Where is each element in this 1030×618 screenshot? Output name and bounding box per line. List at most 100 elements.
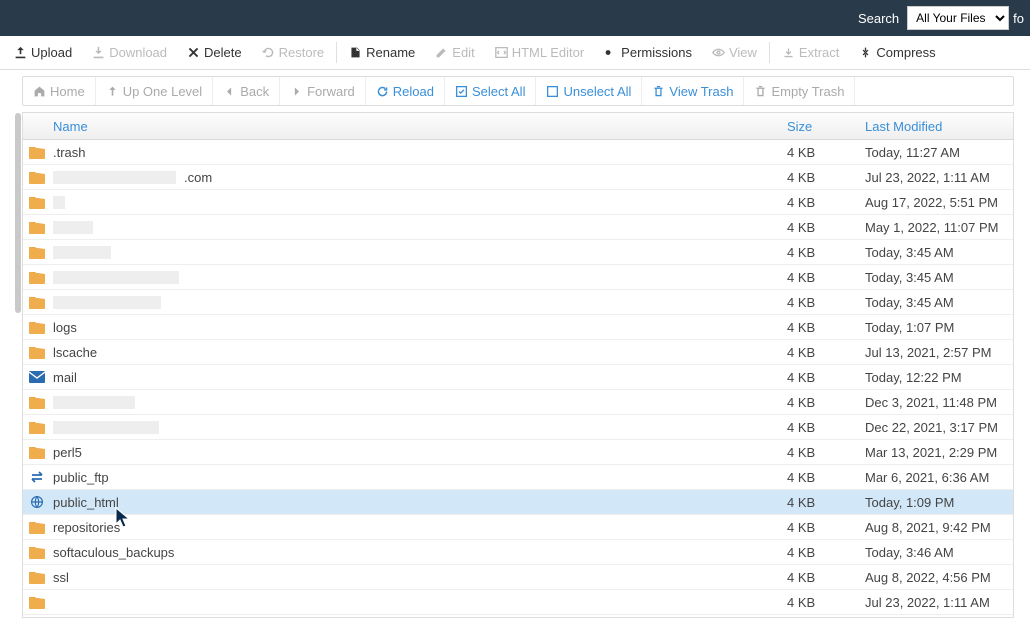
- table-row[interactable]: 4 KBAug 17, 2022, 5:51 PM: [23, 190, 1013, 215]
- delete-button[interactable]: Delete: [177, 36, 252, 69]
- ftp-icon: [29, 470, 45, 484]
- extract-icon: [782, 46, 795, 59]
- extract-button[interactable]: Extract: [772, 36, 849, 69]
- back-icon: [223, 85, 236, 98]
- table-row[interactable]: softaculous_backups4 KBToday, 3:46 AM: [23, 540, 1013, 565]
- folder-icon: [29, 445, 45, 459]
- folder-icon: [29, 220, 45, 234]
- table-row[interactable]: 4 KBDec 22, 2021, 3:17 PM: [23, 415, 1013, 440]
- view-trash-button[interactable]: View Trash: [642, 77, 744, 105]
- file-name: perl5: [53, 445, 82, 460]
- unselect-all-button[interactable]: Unselect All: [536, 77, 642, 105]
- up-one-level-button[interactable]: Up One Level: [96, 77, 214, 105]
- file-modified: Today, 11:27 AM: [863, 145, 1013, 160]
- redacted-text: [53, 396, 135, 409]
- redacted-text: [53, 296, 161, 309]
- redacted-text: [53, 196, 65, 209]
- table-row[interactable]: public_ftp4 KBMar 6, 2021, 6:36 AM: [23, 465, 1013, 490]
- partial-text: fo: [1013, 11, 1024, 26]
- rename-button[interactable]: Rename: [339, 36, 425, 69]
- file-modified: Jul 23, 2022, 1:11 AM: [863, 595, 1013, 610]
- back-button[interactable]: Back: [213, 77, 280, 105]
- file-size: 4 KB: [787, 320, 863, 335]
- select-all-button[interactable]: Select All: [445, 77, 536, 105]
- col-size-header[interactable]: Size: [787, 119, 863, 134]
- empty-trash-button[interactable]: Empty Trash: [744, 77, 855, 105]
- file-size: 4 KB: [787, 595, 863, 610]
- redacted-text: [53, 246, 111, 259]
- file-modified: Jul 23, 2022, 1:11 AM: [863, 170, 1013, 185]
- file-name: softaculous_backups: [53, 545, 174, 560]
- file-modified: Today, 3:46 AM: [863, 545, 1013, 560]
- file-name: .trash: [53, 145, 86, 160]
- view-button[interactable]: View: [702, 36, 767, 69]
- home-button[interactable]: Home: [23, 77, 96, 105]
- table-row[interactable]: lscache4 KBJul 13, 2021, 2:57 PM: [23, 340, 1013, 365]
- table-row[interactable]: .trash 4 KBToday, 11:27 AM: [23, 140, 1013, 165]
- file-size: 4 KB: [787, 445, 863, 460]
- forward-icon: [290, 85, 303, 98]
- edit-button[interactable]: Edit: [425, 36, 484, 69]
- edit-icon: [435, 46, 448, 59]
- folder-icon: [29, 595, 45, 609]
- table-row[interactable]: logs 4 KBToday, 1:07 PM: [23, 315, 1013, 340]
- file-size: 4 KB: [787, 370, 863, 385]
- search-scope-select[interactable]: All Your Files: [907, 6, 1009, 30]
- compress-button[interactable]: Compress: [849, 36, 945, 69]
- download-button[interactable]: Download: [82, 36, 177, 69]
- file-modified: Aug 17, 2022, 5:51 PM: [863, 195, 1013, 210]
- rename-icon: [349, 46, 362, 59]
- file-modified: Today, 3:45 AM: [863, 245, 1013, 260]
- table-row[interactable]: 4 KBMay 1, 2022, 11:07 PM: [23, 215, 1013, 240]
- file-name: logs: [53, 320, 77, 335]
- table-row[interactable]: public_html4 KBToday, 1:09 PM: [23, 490, 1013, 515]
- folder-icon: [29, 295, 45, 309]
- upload-button[interactable]: Upload: [4, 36, 82, 69]
- table-row[interactable]: .com4 KBJul 23, 2022, 1:11 AM: [23, 165, 1013, 190]
- folder-icon: [29, 270, 45, 284]
- html-editor-button[interactable]: HTML Editor: [485, 36, 594, 69]
- table-row[interactable]: perl5 4 KBMar 13, 2021, 2:29 PM: [23, 440, 1013, 465]
- file-modified: Mar 13, 2021, 2:29 PM: [863, 445, 1013, 460]
- home-icon: [33, 85, 46, 98]
- table-row[interactable]: repositories4 KBAug 8, 2021, 9:42 PM: [23, 515, 1013, 540]
- table-row[interactable]: mail4 KBToday, 12:22 PM: [23, 365, 1013, 390]
- folder-icon: [29, 570, 45, 584]
- restore-button[interactable]: Restore: [252, 36, 335, 69]
- separator: [769, 42, 770, 63]
- table-row[interactable]: 4 KBDec 3, 2021, 11:48 PM: [23, 390, 1013, 415]
- select-all-icon: [455, 85, 468, 98]
- file-modified: Aug 8, 2022, 4:56 PM: [863, 570, 1013, 585]
- file-grid: Name Size Last Modified .trash4 KBToday,…: [22, 112, 1014, 618]
- file-size: 4 KB: [787, 495, 863, 510]
- search-label: Search: [858, 11, 899, 26]
- table-row[interactable]: 4 KBJul 23, 2022, 1:11 AM: [23, 590, 1013, 615]
- main-toolbar: Upload Download Delete Restore Rename Ed…: [0, 36, 1030, 70]
- file-size: 4 KB: [787, 145, 863, 160]
- folder-icon: [29, 545, 45, 559]
- scrollbar[interactable]: [15, 113, 21, 313]
- reload-icon: [376, 85, 389, 98]
- table-row[interactable]: ssl4 KBAug 8, 2022, 4:56 PM: [23, 565, 1013, 590]
- file-size: 4 KB: [787, 170, 863, 185]
- permissions-button[interactable]: Permissions: [594, 36, 702, 69]
- grid-header[interactable]: Name Size Last Modified: [23, 113, 1013, 140]
- file-size: 4 KB: [787, 395, 863, 410]
- nav-toolbar: Home Up One Level Back Forward Reload Se…: [22, 76, 1014, 106]
- file-size: 4 KB: [787, 520, 863, 535]
- table-row[interactable]: 4 KBToday, 3:45 AM: [23, 240, 1013, 265]
- permissions-icon: [604, 46, 617, 59]
- redacted-text: [53, 421, 159, 434]
- empty-trash-icon: [754, 85, 767, 98]
- table-row[interactable]: 4 KBToday, 3:45 AM: [23, 265, 1013, 290]
- forward-button[interactable]: Forward: [280, 77, 366, 105]
- up-icon: [106, 85, 119, 98]
- file-size: 4 KB: [787, 195, 863, 210]
- col-modified-header[interactable]: Last Modified: [863, 119, 1013, 134]
- file-modified: Dec 3, 2021, 11:48 PM: [863, 395, 1013, 410]
- reload-button[interactable]: Reload: [366, 77, 445, 105]
- col-name-header[interactable]: Name: [23, 119, 787, 134]
- file-modified: Today, 1:07 PM: [863, 320, 1013, 335]
- table-row[interactable]: 4 KBToday, 3:45 AM: [23, 290, 1013, 315]
- folder-icon: [29, 145, 45, 159]
